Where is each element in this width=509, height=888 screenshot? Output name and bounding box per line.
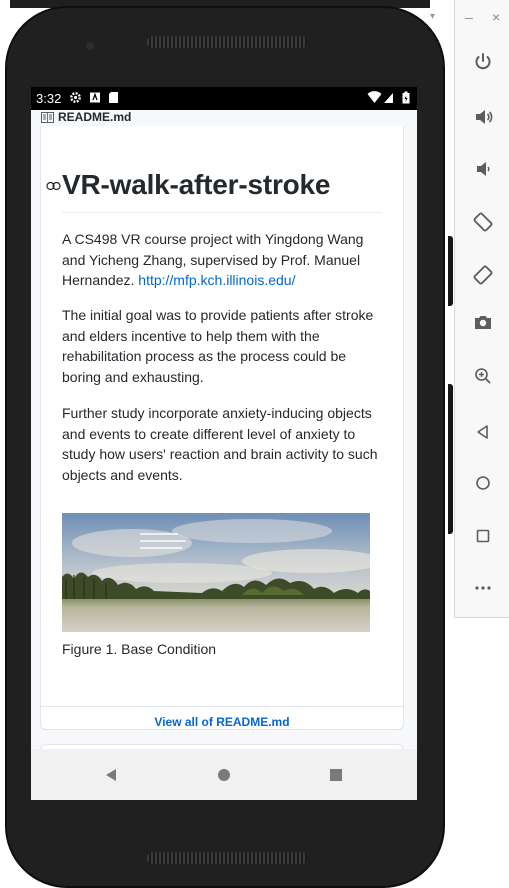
home-circle-icon [476,476,490,490]
rotate-right-icon [473,265,493,285]
rotate-right-button[interactable] [464,256,502,294]
status-bar: 3:32 [31,87,417,110]
earpiece-speaker [147,36,307,48]
battery-icon [402,91,410,104]
volume-down-button[interactable] [464,150,502,188]
volume-up-icon [476,110,493,124]
project-url-link[interactable]: http://mfp.kch.illinois.edu/ [138,272,295,288]
status-time: 3:32 [36,91,62,106]
readme-filename: README.md [58,110,132,124]
home-circle-icon [218,769,230,781]
home-button-emulator[interactable] [464,464,502,502]
anchor-link-icon[interactable] [46,181,61,191]
volume-up-button[interactable] [464,98,502,136]
book-icon [41,112,54,123]
vr-scene-image [62,513,370,632]
phone-side-button [448,236,453,306]
settings-gear-icon [70,92,81,103]
power-button[interactable] [464,43,502,81]
nav-home-button[interactable] [209,761,239,789]
back-triangle-icon [106,769,116,781]
rotate-left-icon [473,212,493,232]
volume-down-icon [477,162,490,176]
view-all-readme-link[interactable]: View all of README.md [41,713,403,731]
back-triangle-icon [477,425,488,439]
chevron-down-icon: ▾ [430,11,436,22]
sd-card-icon [109,92,118,103]
screenshot-button[interactable] [464,303,502,341]
phone-screen: 3:32 README.md View all of README.md VR-… [31,87,417,800]
android-navigation-bar [31,749,417,800]
readme-paragraph-2: The initial goal was to provide patients… [62,307,374,385]
card-divider [41,706,403,707]
bottom-speaker [147,852,307,864]
figure-image [62,513,370,632]
title-underline [62,212,382,213]
zoom-in-icon [475,368,491,384]
back-button-emulator[interactable] [464,413,502,451]
overview-square-icon [476,529,490,543]
recents-square-icon [330,769,342,781]
readme-title: VR-walk-after-stroke [62,169,331,200]
minimize-icon[interactable]: – [465,10,473,24]
github-readme-page: README.md View all of README.md VR-walk-… [31,110,417,749]
readme-header: README.md [41,110,405,126]
cell-signal-icon [384,93,393,103]
more-dots-icon [475,586,491,590]
overview-button-emulator[interactable] [464,517,502,555]
notification-a-icon [90,92,100,103]
readme-paragraph-3: Further study incorporate anxiety-induci… [62,405,378,483]
figure-caption: Figure 1. Base Condition [62,641,217,657]
wifi-icon [367,91,382,103]
emulator-toolbar: – × [454,0,509,618]
close-icon[interactable]: × [492,10,500,24]
front-camera [86,42,94,50]
zoom-button[interactable] [464,357,502,395]
readme-paragraph-1: A CS498 VR course project with Yingdong … [62,229,382,291]
power-icon [475,53,491,70]
phone-volume-rocker [448,384,453,534]
nav-back-button[interactable] [96,761,126,789]
camera-icon [475,316,491,329]
more-button[interactable] [464,569,502,607]
rotate-left-button[interactable] [464,203,502,241]
nav-recents-button[interactable] [321,761,351,789]
